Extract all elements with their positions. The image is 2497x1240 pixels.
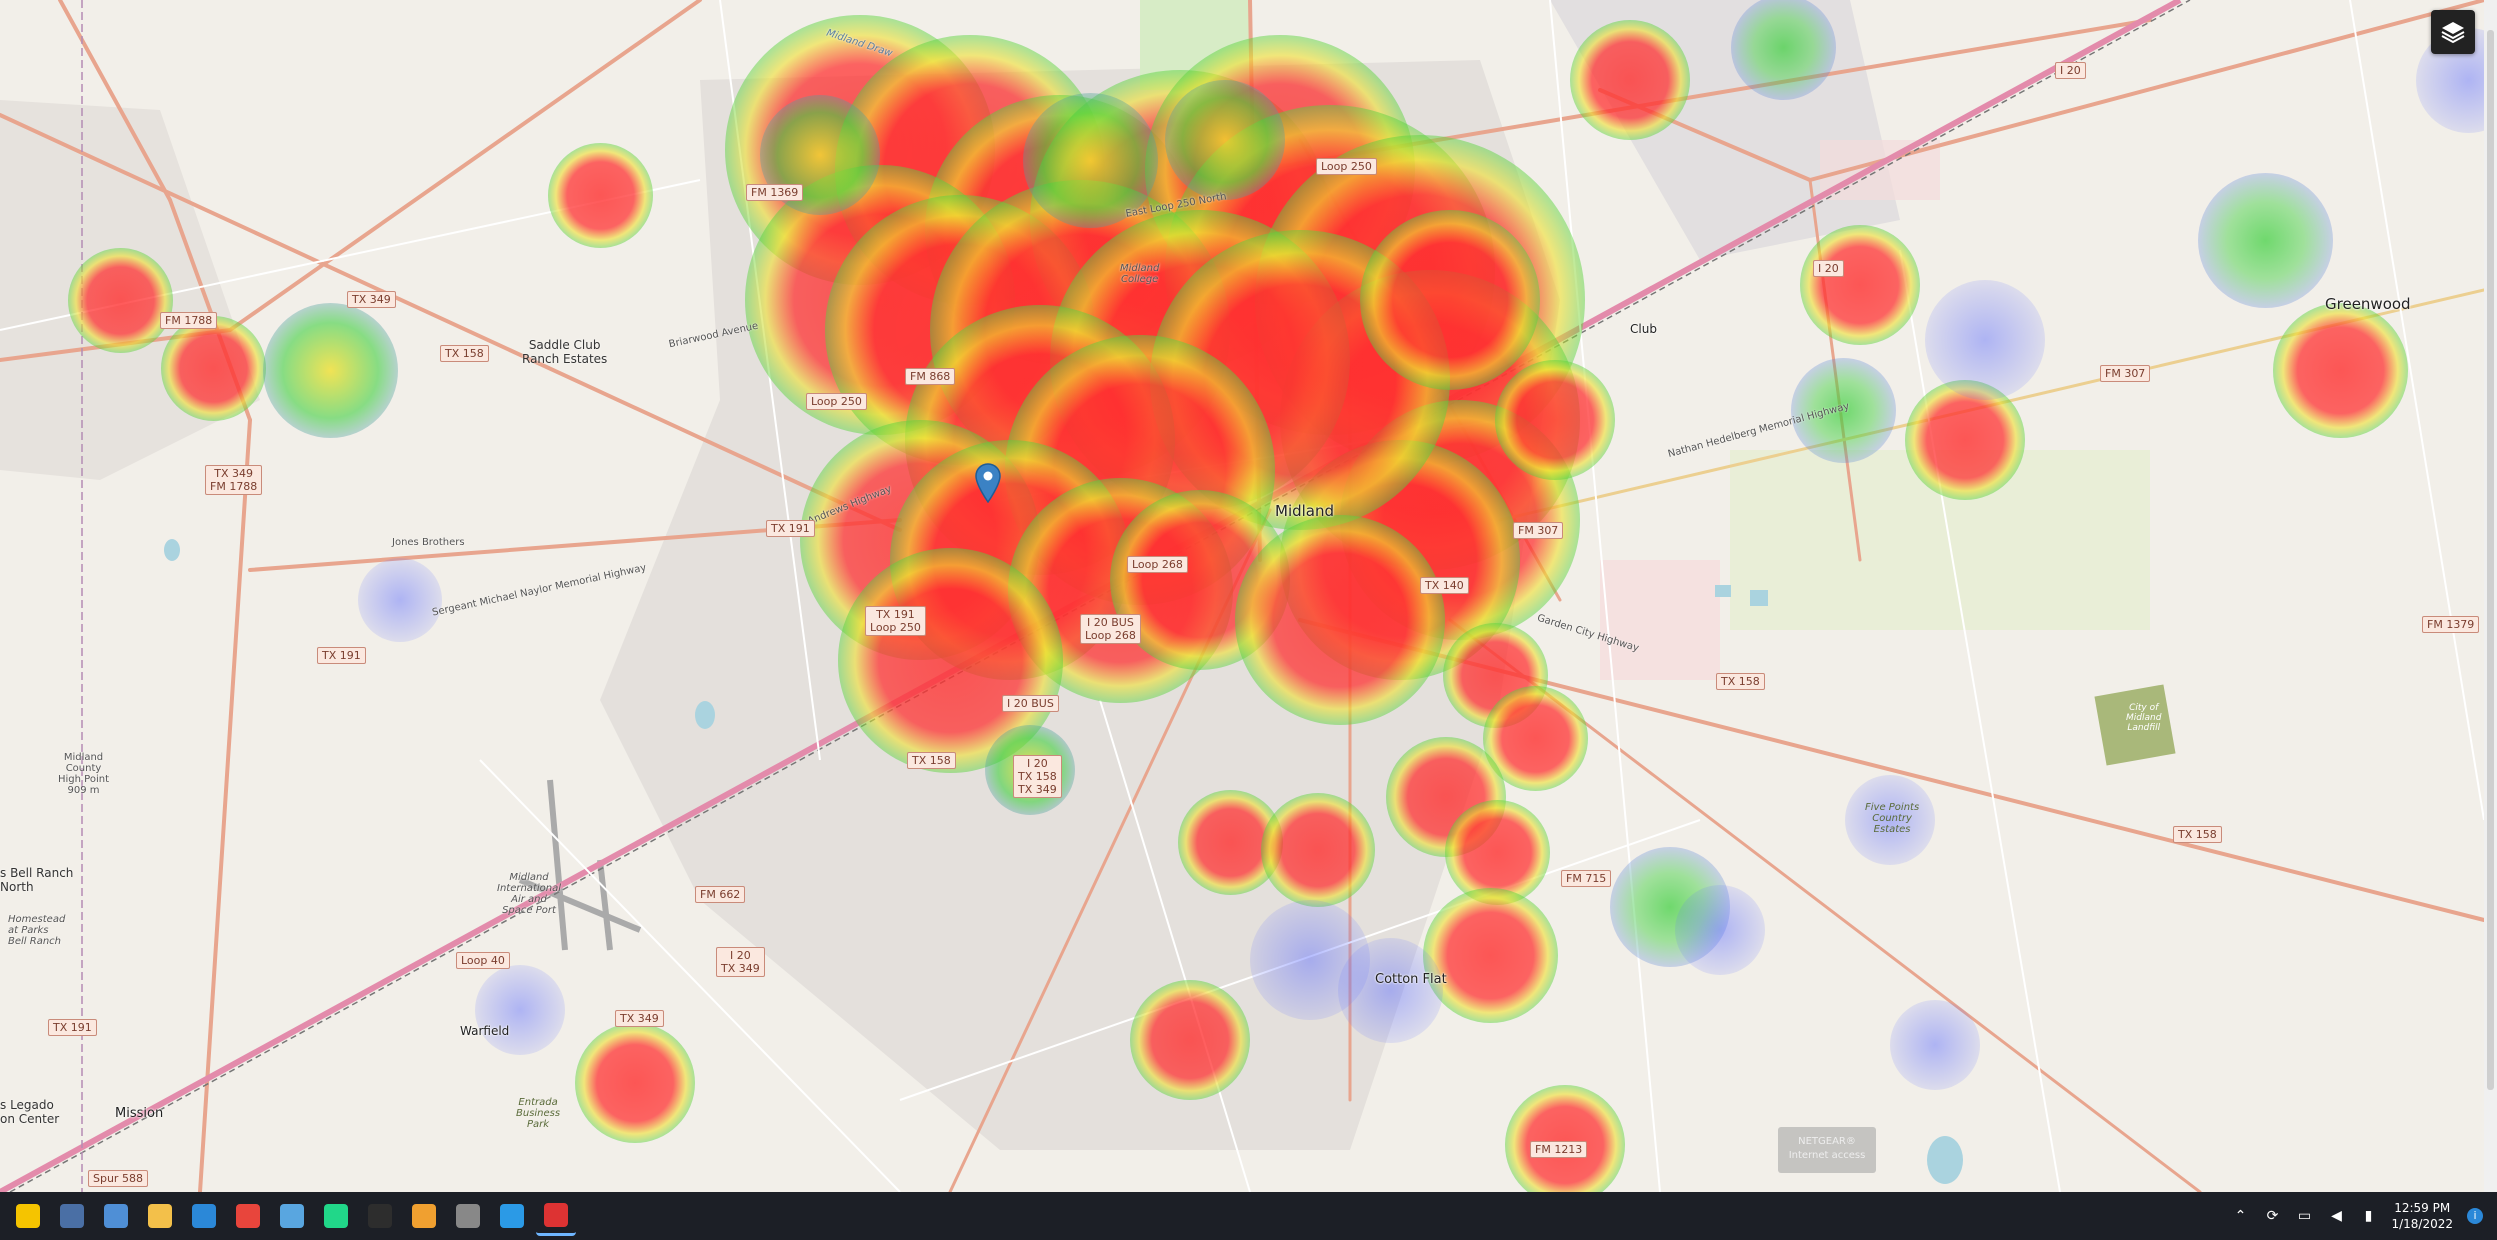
shield-loop268: Loop 268 <box>1127 556 1188 573</box>
notification-icon[interactable]: i <box>2467 1208 2483 1224</box>
shield-i20-ne: I 20 <box>2055 62 2086 79</box>
taskbar-apps <box>4 1196 576 1236</box>
shield-fm662: FM 662 <box>695 886 746 903</box>
taskbar-photos-icon[interactable] <box>96 1196 136 1236</box>
shield-fm307: FM 307 <box>1513 522 1564 539</box>
shield-tx158-w: TX 158 <box>440 345 489 362</box>
taskbar-file-explorer-icon[interactable] <box>140 1196 180 1236</box>
shield-tx158-far: TX 158 <box>2173 826 2222 843</box>
taskbar-chrome-icon[interactable] <box>228 1196 268 1236</box>
netgear-watermark: NETGEAR® Internet access <box>1778 1127 1876 1173</box>
location-pin-icon[interactable] <box>975 463 1001 503</box>
shield-tx191-loop250: TX 191 Loop 250 <box>865 606 926 636</box>
pycharm-glyph <box>324 1204 348 1228</box>
volume-icon[interactable]: ◀ <box>2327 1207 2345 1225</box>
shield-tx158-e: TX 158 <box>1716 673 1765 690</box>
chrome-glyph <box>236 1204 260 1228</box>
clock-time: 12:59 PM <box>2394 1201 2451 1215</box>
shield-fm307-e: FM 307 <box>2100 365 2151 382</box>
sync-icon[interactable]: ⟳ <box>2263 1207 2281 1225</box>
shield-i20bus-loop268: I 20 BUS Loop 268 <box>1080 614 1141 644</box>
taskbar-active-app-icon[interactable] <box>536 1196 576 1236</box>
taskbar-vscode-icon[interactable] <box>492 1196 532 1236</box>
shield-loop40: Loop 40 <box>456 952 510 969</box>
settings-app-glyph <box>456 1204 480 1228</box>
shield-tx349-fm1788: TX 349 FM 1788 <box>205 465 263 495</box>
clock-date: 1/18/2022 <box>2391 1217 2453 1231</box>
place-label-airport: Midland International Air and Space Port <box>497 872 561 916</box>
shield-spur588: Spur 588 <box>88 1170 148 1187</box>
shield-tx140: TX 140 <box>1420 577 1469 594</box>
shield-loop250-w: Loop 250 <box>806 393 867 410</box>
shield-i20-tx158-tx349: I 20 TX 158 TX 349 <box>1013 755 1062 798</box>
shield-i20bus: I 20 BUS <box>1002 695 1059 712</box>
shield-fm1379: FM 1379 <box>2422 616 2480 633</box>
shield-loop250-n: Loop 250 <box>1316 158 1377 175</box>
place-label-high-point: Midland County High Point 909 m <box>58 752 109 796</box>
battery-icon[interactable]: ▮ <box>2359 1207 2377 1225</box>
mail-glyph <box>192 1204 216 1228</box>
place-label-club: Club <box>1630 322 1657 336</box>
network-icon[interactable]: ▭ <box>2295 1207 2313 1225</box>
shield-i20-e: I 20 <box>1813 260 1844 277</box>
notepad-glyph <box>280 1204 304 1228</box>
place-label-city-landfill: City of Midland Landfill <box>2126 703 2162 733</box>
place-label-midland: Midland <box>1275 502 1335 520</box>
map-canvas[interactable]: Midland Greenwood Cotton Flat Warfield M… <box>0 0 2484 1192</box>
vscode-glyph <box>500 1204 524 1228</box>
active-app-glyph <box>544 1202 568 1227</box>
shield-tx191-c: TX 191 <box>766 520 815 537</box>
scrollbar-thumb[interactable] <box>2487 30 2494 1090</box>
layer-switcher-button[interactable] <box>2431 10 2475 54</box>
taskbar: ⌃ ⟳ ▭ ◀ ▮ 12:59 PM 1/18/2022 i <box>0 1192 2497 1240</box>
watermark-subtitle: Internet access <box>1788 1150 1866 1161</box>
taskbar-pycharm-icon[interactable] <box>316 1196 356 1236</box>
place-label-homestead: Homestead at Parks Bell Ranch <box>8 914 66 947</box>
taskbar-terminal-icon[interactable] <box>360 1196 400 1236</box>
place-label-mission: Mission <box>115 1106 164 1121</box>
shield-fm1369: FM 1369 <box>746 184 804 201</box>
calculator-glyph <box>60 1204 84 1228</box>
terminal-glyph <box>368 1204 392 1228</box>
place-label-jones-brothers: Jones Brothers <box>392 537 465 548</box>
shield-i20-tx349: I 20 TX 349 <box>716 947 765 977</box>
shield-tx349-s: TX 349 <box>615 1010 664 1027</box>
shield-fm1213: FM 1213 <box>1530 1141 1588 1158</box>
place-label-warfield: Warfield <box>460 1024 510 1038</box>
place-label-greenwood: Greenwood <box>2325 295 2411 313</box>
shield-tx158-c: TX 158 <box>907 752 956 769</box>
place-label-bell-ranch: s Bell Ranch North <box>0 866 74 894</box>
layers-icon <box>2441 22 2465 44</box>
place-label-cotton-flat: Cotton Flat <box>1375 972 1447 987</box>
photos-glyph <box>104 1204 128 1228</box>
taskbar-git-tool-icon[interactable] <box>404 1196 444 1236</box>
place-label-entrada: Entrada Business Park <box>516 1097 561 1130</box>
shield-tx349-w: TX 349 <box>347 291 396 308</box>
clock[interactable]: 12:59 PM 1/18/2022 <box>2391 1200 2453 1232</box>
start-sticky-notes-glyph <box>16 1204 40 1228</box>
place-label-midland-college: Midland College <box>1120 263 1160 285</box>
shield-fm1788: FM 1788 <box>160 312 218 329</box>
watermark-title: NETGEAR® <box>1798 1136 1856 1147</box>
git-tool-glyph <box>412 1204 436 1228</box>
shield-tx191-w: TX 191 <box>317 647 366 664</box>
taskbar-settings-app-icon[interactable] <box>448 1196 488 1236</box>
system-tray: ⌃ ⟳ ▭ ◀ ▮ 12:59 PM 1/18/2022 i <box>2231 1192 2483 1240</box>
taskbar-mail-icon[interactable] <box>184 1196 224 1236</box>
taskbar-start-sticky-notes-icon[interactable] <box>8 1196 48 1236</box>
taskbar-notepad-icon[interactable] <box>272 1196 312 1236</box>
place-label-five-points: Five Points Country Estates <box>1865 802 1920 835</box>
base-map <box>0 0 2484 1192</box>
place-label-legado: s Legado on Center <box>0 1098 60 1126</box>
shield-fm868: FM 868 <box>905 368 956 385</box>
shield-tx191-sw: TX 191 <box>48 1019 97 1036</box>
chevron-up-icon[interactable]: ⌃ <box>2231 1207 2249 1225</box>
place-label-saddle-club: Saddle Club Ranch Estates <box>522 338 608 366</box>
taskbar-calculator-icon[interactable] <box>52 1196 92 1236</box>
vertical-scrollbar[interactable] <box>2484 0 2497 1192</box>
shield-fm715: FM 715 <box>1561 870 1612 887</box>
file-explorer-glyph <box>148 1204 172 1228</box>
